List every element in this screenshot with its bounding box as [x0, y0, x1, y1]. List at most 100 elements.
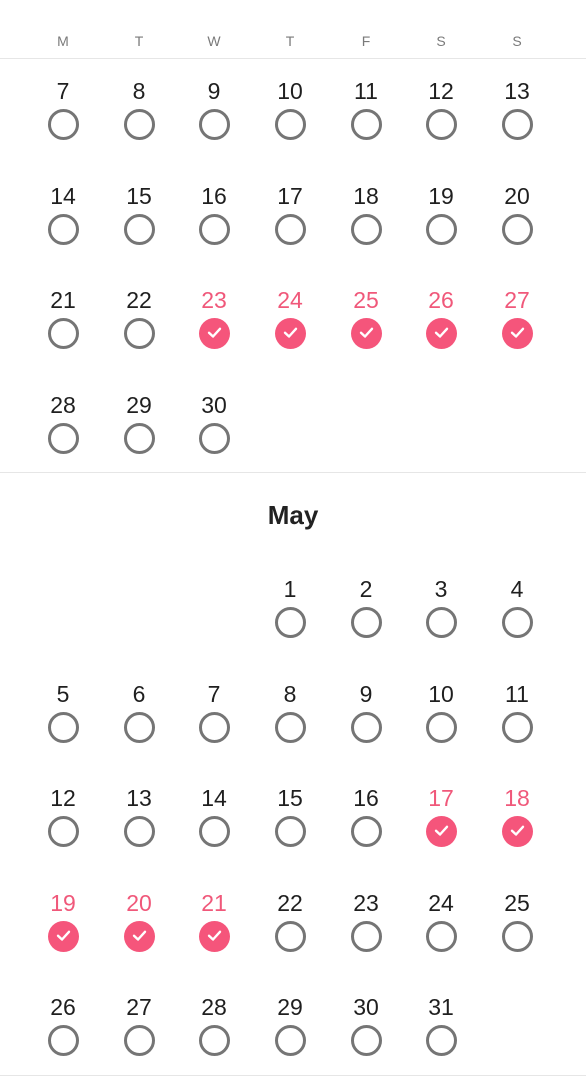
incomplete-day-marker[interactable] [198, 213, 230, 245]
incomplete-day-marker[interactable] [123, 816, 155, 847]
day-cell[interactable]: 11 [336, 78, 396, 158]
day-cell[interactable]: 23 [184, 287, 244, 367]
day-cell[interactable]: 11 [487, 681, 547, 761]
day-cell[interactable]: 13 [109, 785, 169, 865]
incomplete-day-marker[interactable] [274, 816, 306, 847]
incomplete-day-marker[interactable] [350, 711, 382, 743]
day-cell[interactable]: 16 [184, 183, 244, 263]
incomplete-day-marker[interactable] [198, 711, 230, 743]
incomplete-day-marker[interactable] [47, 1025, 79, 1056]
day-cell[interactable]: 26 [411, 287, 471, 367]
day-cell[interactable]: 23 [336, 890, 396, 970]
incomplete-day-marker[interactable] [350, 109, 382, 140]
incomplete-day-marker[interactable] [425, 109, 457, 140]
day-cell[interactable]: 3 [411, 576, 471, 656]
incomplete-day-marker[interactable] [47, 213, 79, 245]
completed-day-marker[interactable] [198, 318, 230, 349]
day-cell[interactable]: 19 [33, 890, 93, 970]
incomplete-day-marker[interactable] [123, 318, 155, 349]
incomplete-day-marker[interactable] [274, 607, 306, 638]
day-cell[interactable]: 30 [184, 392, 244, 472]
day-cell[interactable]: 17 [260, 183, 320, 263]
incomplete-day-marker[interactable] [425, 711, 457, 743]
completed-day-marker[interactable] [425, 318, 457, 349]
incomplete-day-marker[interactable] [47, 816, 79, 847]
incomplete-day-marker[interactable] [350, 816, 382, 847]
incomplete-day-marker[interactable] [350, 920, 382, 952]
completed-day-marker[interactable] [123, 920, 155, 952]
day-cell[interactable]: 16 [336, 785, 396, 865]
incomplete-day-marker[interactable] [47, 109, 79, 140]
day-cell[interactable]: 18 [487, 785, 547, 865]
incomplete-day-marker[interactable] [501, 920, 533, 952]
completed-day-marker[interactable] [501, 816, 533, 847]
incomplete-day-marker[interactable] [501, 711, 533, 743]
incomplete-day-marker[interactable] [47, 318, 79, 349]
day-cell[interactable]: 29 [109, 392, 169, 472]
day-cell[interactable]: 27 [109, 994, 169, 1074]
day-cell[interactable]: 9 [184, 78, 244, 158]
day-cell[interactable]: 9 [336, 681, 396, 761]
day-cell[interactable]: 20 [487, 183, 547, 263]
day-cell[interactable]: 4 [487, 576, 547, 656]
incomplete-day-marker[interactable] [274, 1025, 306, 1056]
incomplete-day-marker[interactable] [501, 607, 533, 638]
completed-day-marker[interactable] [47, 920, 79, 952]
day-cell[interactable]: 5 [33, 681, 93, 761]
incomplete-day-marker[interactable] [198, 109, 230, 140]
day-cell[interactable]: 12 [411, 78, 471, 158]
incomplete-day-marker[interactable] [501, 109, 533, 140]
day-cell[interactable]: 7 [184, 681, 244, 761]
day-cell[interactable]: 14 [184, 785, 244, 865]
day-cell[interactable]: 26 [33, 994, 93, 1074]
completed-day-marker[interactable] [198, 920, 230, 952]
day-cell[interactable]: 28 [184, 994, 244, 1074]
day-cell[interactable]: 8 [109, 78, 169, 158]
day-cell[interactable]: 15 [260, 785, 320, 865]
day-cell[interactable]: 24 [260, 287, 320, 367]
incomplete-day-marker[interactable] [350, 213, 382, 245]
day-cell[interactable]: 15 [109, 183, 169, 263]
day-cell[interactable]: 28 [33, 392, 93, 472]
incomplete-day-marker[interactable] [123, 1025, 155, 1056]
day-cell[interactable]: 13 [487, 78, 547, 158]
incomplete-day-marker[interactable] [425, 607, 457, 638]
incomplete-day-marker[interactable] [425, 920, 457, 952]
day-cell[interactable]: 18 [336, 183, 396, 263]
incomplete-day-marker[interactable] [123, 213, 155, 245]
incomplete-day-marker[interactable] [350, 1025, 382, 1056]
incomplete-day-marker[interactable] [274, 711, 306, 743]
incomplete-day-marker[interactable] [123, 711, 155, 743]
day-cell[interactable]: 19 [411, 183, 471, 263]
day-cell[interactable]: 30 [336, 994, 396, 1074]
day-cell[interactable]: 14 [33, 183, 93, 263]
day-cell[interactable]: 7 [33, 78, 93, 158]
day-cell[interactable]: 1 [260, 576, 320, 656]
completed-day-marker[interactable] [274, 318, 306, 349]
day-cell[interactable]: 21 [184, 890, 244, 970]
completed-day-marker[interactable] [501, 318, 533, 349]
day-cell[interactable]: 29 [260, 994, 320, 1074]
day-cell[interactable]: 6 [109, 681, 169, 761]
completed-day-marker[interactable] [350, 318, 382, 349]
day-cell[interactable]: 2 [336, 576, 396, 656]
day-cell[interactable]: 22 [260, 890, 320, 970]
incomplete-day-marker[interactable] [123, 422, 155, 454]
incomplete-day-marker[interactable] [350, 607, 382, 638]
day-cell[interactable]: 25 [336, 287, 396, 367]
day-cell[interactable]: 17 [411, 785, 471, 865]
day-cell[interactable]: 22 [109, 287, 169, 367]
incomplete-day-marker[interactable] [274, 213, 306, 245]
incomplete-day-marker[interactable] [274, 920, 306, 952]
day-cell[interactable]: 8 [260, 681, 320, 761]
day-cell[interactable]: 10 [411, 681, 471, 761]
day-cell[interactable]: 27 [487, 287, 547, 367]
incomplete-day-marker[interactable] [47, 711, 79, 743]
day-cell[interactable]: 20 [109, 890, 169, 970]
incomplete-day-marker[interactable] [501, 213, 533, 245]
incomplete-day-marker[interactable] [198, 1025, 230, 1056]
incomplete-day-marker[interactable] [274, 109, 306, 140]
incomplete-day-marker[interactable] [198, 816, 230, 847]
day-cell[interactable]: 21 [33, 287, 93, 367]
day-cell[interactable]: 31 [411, 994, 471, 1074]
